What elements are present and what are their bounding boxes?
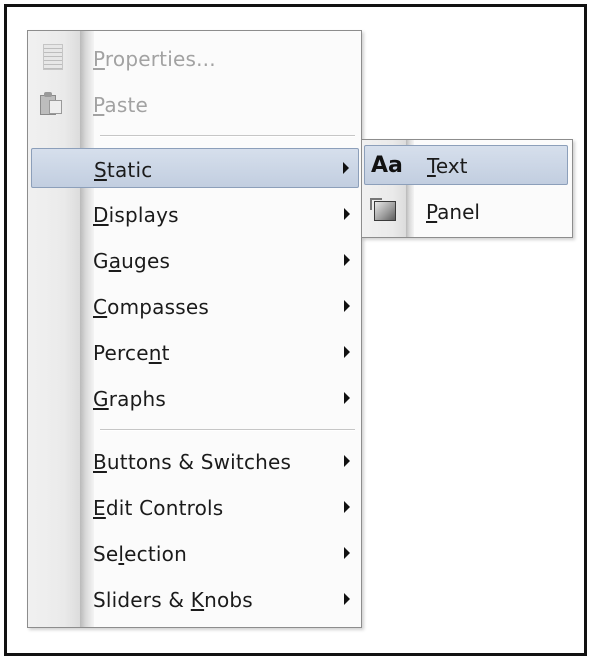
context-menu: Properties... Paste Static Displays Gaug… <box>27 30 362 628</box>
menu-item-label: Paste <box>93 93 148 117</box>
menu-item-compasses[interactable]: Compasses <box>30 289 359 323</box>
menu-item-label: Static <box>94 158 153 182</box>
menu-item-static[interactable]: Static <box>31 148 359 188</box>
menu-item-label: Compasses <box>93 295 210 319</box>
panel-icon <box>370 198 396 221</box>
menu-item-displays[interactable]: Displays <box>30 197 359 231</box>
menu-item-percent[interactable]: Percent <box>30 335 359 369</box>
menu-item-label: Percent <box>93 341 170 365</box>
menu-separator <box>100 429 355 431</box>
menu-separator <box>100 135 355 137</box>
submenu-arrow-icon <box>344 300 350 312</box>
submenu-arrow-icon <box>344 593 350 605</box>
menu-item-edit-controls[interactable]: Edit Controls <box>30 490 359 524</box>
static-submenu: Aa Text Panel <box>361 139 573 238</box>
submenu-arrow-icon <box>344 501 350 513</box>
menu-item-paste[interactable]: Paste <box>30 87 359 121</box>
submenu-arrow-icon <box>344 254 350 266</box>
submenu-arrow-icon <box>344 392 350 404</box>
submenu-item-text[interactable]: Aa Text <box>364 145 568 185</box>
submenu-arrow-icon <box>344 208 350 220</box>
menu-item-sliders-knobs[interactable]: Sliders & Knobs <box>30 582 359 616</box>
menu-item-label: Sliders & Knobs <box>93 588 253 612</box>
menu-item-selection[interactable]: Selection <box>30 536 359 570</box>
menu-item-label: Displays <box>93 203 179 227</box>
menu-item-label: Gauges <box>93 249 171 273</box>
submenu-arrow-icon <box>343 162 349 174</box>
paste-icon <box>40 91 64 115</box>
menu-item-properties[interactable]: Properties... <box>30 41 359 75</box>
submenu-arrow-icon <box>344 547 350 559</box>
menu-item-buttons-switches[interactable]: Buttons & Switches <box>30 444 359 478</box>
submenu-arrow-icon <box>344 346 350 358</box>
text-icon: Aa <box>371 153 403 178</box>
menu-item-label: Buttons & Switches <box>93 450 292 474</box>
submenu-item-label: Text <box>427 154 468 178</box>
menu-item-label: Properties... <box>93 47 216 71</box>
menu-item-graphs[interactable]: Graphs <box>30 381 359 415</box>
properties-icon <box>43 44 63 70</box>
menu-item-label: Edit Controls <box>93 496 224 520</box>
submenu-item-panel[interactable]: Panel <box>364 193 568 229</box>
menu-item-label: Graphs <box>93 387 166 411</box>
submenu-item-label: Panel <box>426 200 480 224</box>
submenu-arrow-icon <box>344 455 350 467</box>
menu-item-gauges[interactable]: Gauges <box>30 243 359 277</box>
menu-item-label: Selection <box>93 542 187 566</box>
